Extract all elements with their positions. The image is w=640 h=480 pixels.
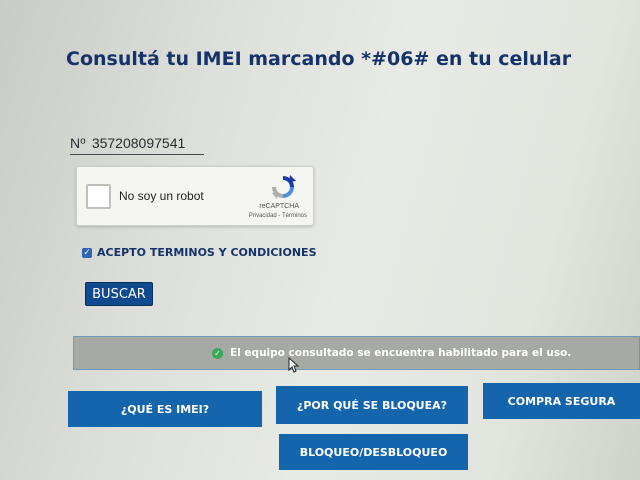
- recaptcha-label: No soy un robot: [119, 189, 204, 203]
- imei-field[interactable]: Nº: [70, 132, 204, 155]
- recaptcha-links[interactable]: Privacidad - Términos: [249, 213, 307, 219]
- check-circle-icon: ✓: [212, 347, 223, 359]
- terms-label: ACEPTO TERMINOS Y CONDICIONES: [97, 246, 317, 259]
- terms-checkbox-row[interactable]: ✓ ACEPTO TERMINOS Y CONDICIONES: [82, 246, 317, 259]
- block-unblock-button[interactable]: BLOQUEO/DESBLOQUEO: [279, 434, 468, 470]
- status-message-bar: ✓ El equipo consultado se encuentra habi…: [73, 336, 640, 370]
- safe-purchase-button[interactable]: COMPRA SEGURA: [483, 383, 640, 419]
- why-blocked-button[interactable]: ¿POR QUÉ SE BLOQUEA?: [276, 386, 468, 424]
- imei-input[interactable]: [91, 135, 192, 151]
- what-is-imei-button[interactable]: ¿QUÉ ES IMEI?: [68, 391, 262, 427]
- status-message: El equipo consultado se encuentra habili…: [230, 347, 572, 359]
- recaptcha-widget: No soy un robot reCAPTCHA Privacidad - T…: [76, 166, 314, 226]
- mouse-cursor-icon: [288, 357, 300, 373]
- recaptcha-brand: reCAPTCHA: [259, 203, 299, 210]
- page-title: Consultá tu IMEI marcando *#06# en tu ce…: [66, 48, 572, 70]
- checkbox-checked-icon[interactable]: ✓: [82, 247, 92, 258]
- imei-prefix: Nº: [70, 135, 86, 151]
- recaptcha-checkbox[interactable]: [86, 184, 111, 209]
- recaptcha-logo-icon: [272, 175, 296, 199]
- search-button[interactable]: BUSCAR: [85, 282, 153, 306]
